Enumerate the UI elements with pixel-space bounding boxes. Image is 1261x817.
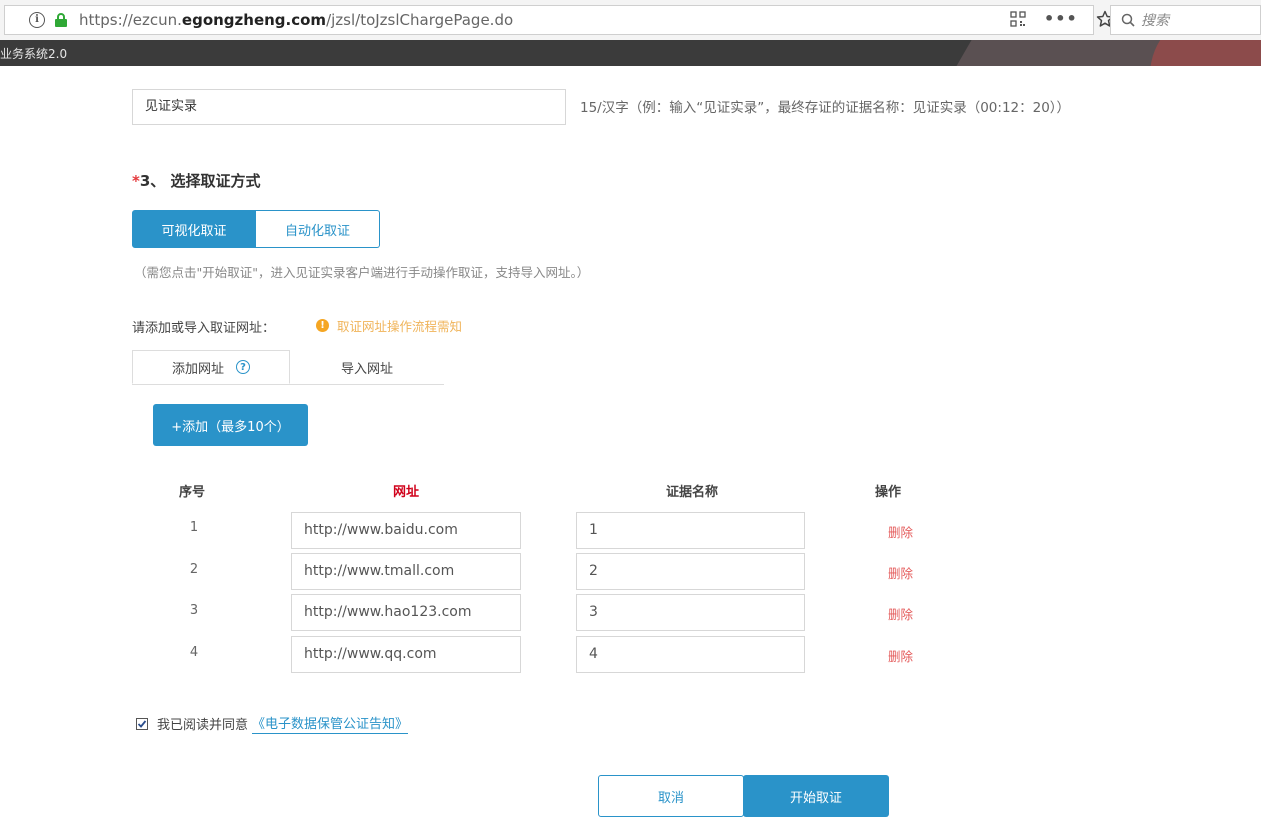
evidence-name-cell-input[interactable]: 1: [576, 512, 805, 549]
section-title: *3、 选择取证方式: [132, 172, 261, 190]
row-index: 3: [189, 603, 199, 618]
url-input[interactable]: http://www.baidu.com: [291, 512, 521, 549]
cancel-button[interactable]: 取消: [598, 775, 744, 817]
browser-search-box[interactable]: 搜索: [1110, 5, 1261, 35]
add-url-button[interactable]: +添加（最多10个）: [153, 404, 308, 446]
row-index: 4: [189, 645, 199, 660]
evidence-name-cell-input[interactable]: 3: [576, 594, 805, 631]
auto-mode-button[interactable]: 自动化取证: [256, 210, 380, 248]
browser-toolbar: i https://ezcun.egongzheng.com/jzsl/toJz…: [0, 0, 1261, 41]
info-icon[interactable]: i: [29, 12, 45, 28]
delete-link[interactable]: 删除: [888, 604, 913, 623]
lock-icon: [55, 13, 67, 27]
header-url: 网址: [393, 485, 420, 500]
tab-strip: 业务系统2.0: [0, 40, 1261, 66]
agreement-checkbox[interactable]: [136, 717, 148, 730]
warning-icon: !: [316, 319, 329, 332]
process-notice-text: 取证网址操作流程需知: [337, 319, 463, 334]
agreement-text: 我已阅读并同意: [157, 718, 249, 733]
url-text[interactable]: https://ezcun.egongzheng.com/jzsl/toJzsl…: [79, 11, 513, 29]
url-section-label: 请添加或导入取证网址：: [132, 321, 276, 336]
header-action: 操作: [875, 485, 902, 500]
row-index: 1: [189, 520, 199, 535]
help-icon[interactable]: ?: [236, 360, 250, 374]
visual-mode-button[interactable]: 可视化取证: [132, 210, 256, 248]
url-input[interactable]: http://www.hao123.com: [291, 594, 521, 631]
search-placeholder: 搜索: [1141, 13, 1169, 29]
delete-link[interactable]: 删除: [888, 563, 913, 582]
delete-link[interactable]: 删除: [888, 522, 913, 541]
browser-tab-title[interactable]: 业务系统2.0: [0, 45, 67, 62]
agreement-link[interactable]: 《电子数据保管公证告知》: [252, 713, 409, 734]
url-input[interactable]: http://www.tmall.com: [291, 553, 521, 590]
required-mark: *: [132, 172, 140, 190]
qr-code-icon[interactable]: [1010, 11, 1026, 27]
url-input[interactable]: http://www.qq.com: [291, 636, 521, 673]
mode-selector: 可视化取证 自动化取证: [132, 210, 380, 248]
process-notice-link[interactable]: ! 取证网址操作流程需知: [316, 316, 462, 335]
row-index: 2: [189, 562, 199, 577]
address-bar[interactable]: i https://ezcun.egongzheng.com/jzsl/toJz…: [4, 5, 1094, 35]
tab-add-url-label: 添加网址: [171, 361, 224, 377]
agreement-row: 我已阅读并同意 《电子数据保管公证告知》: [136, 713, 409, 734]
header-evidence-name: 证据名称: [666, 485, 719, 500]
delete-link[interactable]: 删除: [888, 646, 913, 665]
check-icon: [137, 719, 147, 728]
evidence-name-cell-input[interactable]: 4: [576, 636, 805, 673]
theme-decoration: [942, 40, 1178, 66]
theme-decoration-circle: [1150, 40, 1261, 66]
evidence-name-cell-input[interactable]: 2: [576, 553, 805, 590]
search-icon: [1121, 13, 1135, 27]
tab-add-url[interactable]: 添加网址 ?: [132, 350, 290, 384]
tab-import-url-label: 导入网址: [340, 361, 393, 377]
more-actions-icon[interactable]: •••: [1044, 11, 1078, 27]
mode-note: （需您点击"开始取证"，进入见证实录客户端进行手动操作取证，支持导入网址。）: [134, 265, 590, 280]
header-index: 序号: [179, 485, 206, 500]
url-tabs: 添加网址 ? 导入网址: [132, 350, 444, 385]
evidence-name-hint: 15/汉字（例：输入“见证实录”，最终存证的证据名称：见证实录（00:12：20…: [580, 100, 1071, 116]
evidence-name-input[interactable]: 见证实录: [132, 89, 566, 125]
start-evidence-button[interactable]: 开始取证: [743, 775, 889, 817]
tab-import-url[interactable]: 导入网址: [290, 350, 444, 384]
